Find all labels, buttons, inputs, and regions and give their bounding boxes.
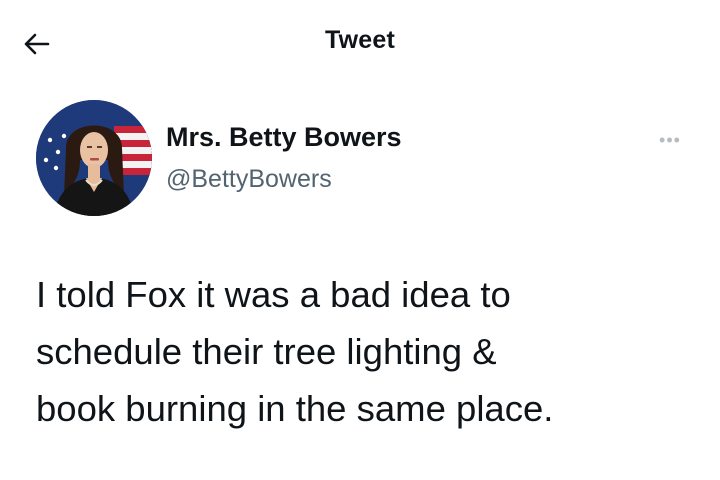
tweet-text-line: book burning in the same place. — [36, 388, 554, 429]
page-title: Tweet — [325, 26, 395, 54]
tweet-text: I told Fox it was a bad idea to schedule… — [36, 266, 696, 437]
author-name[interactable]: Mrs. Betty Bowers — [166, 122, 402, 153]
tweet-text-line: I told Fox it was a bad idea to — [36, 274, 511, 315]
avatar[interactable] — [36, 100, 152, 216]
more-options-icon: ••• — [659, 129, 681, 150]
author-handle[interactable]: @BettyBowers — [166, 165, 332, 194]
avatar-image — [36, 100, 152, 216]
top-bar: Tweet — [0, 0, 720, 88]
tweet-text-line: schedule their tree lighting & — [36, 331, 497, 372]
more-options-button[interactable]: ••• — [652, 126, 688, 154]
